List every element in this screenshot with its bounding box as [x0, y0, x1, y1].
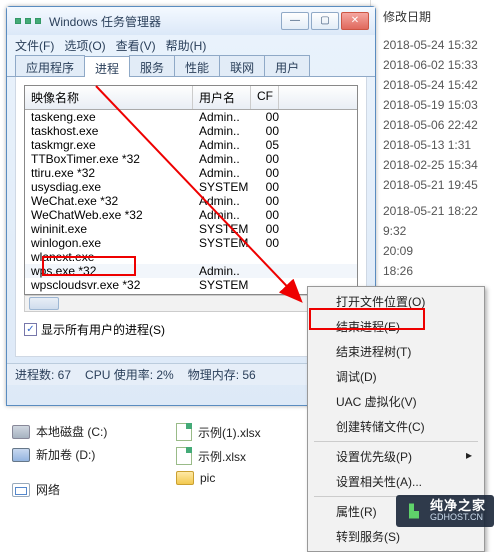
status-memory: 物理内存: 56 — [188, 366, 256, 383]
network-icon — [12, 483, 30, 497]
table-row[interactable]: WeChat.exe *32Admin..00 — [25, 194, 357, 208]
menu-file[interactable]: 文件(F) — [15, 37, 54, 54]
disk-icon — [12, 425, 30, 439]
disk-icon — [12, 448, 30, 462]
file-item[interactable]: 示例.xlsx — [172, 444, 265, 468]
grid-rows: taskeng.exeAdmin..00taskhost.exeAdmin..0… — [25, 110, 357, 292]
file-date[interactable]: 20:09 — [379, 241, 492, 261]
file-date[interactable]: 2018-05-21 19:45 — [379, 175, 492, 195]
tab-services[interactable]: 服务 — [129, 55, 175, 76]
submenu-arrow-icon: ▸ — [466, 448, 472, 462]
network-node[interactable]: 网络 — [8, 478, 148, 501]
titlebar[interactable]: Windows 任务管理器 — ▢ ✕ — [7, 7, 375, 35]
menu-view[interactable]: 查看(V) — [116, 37, 156, 54]
status-cpu: CPU 使用率: 2% — [85, 366, 174, 383]
file-date[interactable]: 2018-05-21 18:22 — [379, 201, 492, 221]
table-row[interactable]: WeChatWeb.exe *32Admin..00 — [25, 208, 357, 222]
scroll-thumb[interactable] — [29, 297, 59, 310]
file-date[interactable]: 2018-05-24 15:42 — [379, 75, 492, 95]
file-date[interactable]: 2018-05-13 1:31 — [379, 135, 492, 155]
grid-header: 映像名称 用户名 CF — [25, 86, 357, 110]
drive-c[interactable]: 本地磁盘 (C:) — [8, 420, 148, 443]
table-row[interactable]: usysdiag.exeSYSTEM00 — [25, 180, 357, 194]
col-image-name[interactable]: 映像名称 — [25, 86, 193, 109]
show-all-users-label[interactable]: 显示所有用户的进程(S) — [41, 321, 165, 338]
drive-d[interactable]: 新加卷 (D:) — [8, 443, 148, 466]
ctx-end-process-tree[interactable]: 结束进程树(T) — [310, 339, 482, 364]
menu-options[interactable]: 选项(O) — [64, 37, 105, 54]
show-all-users-checkbox[interactable]: ✓ — [24, 323, 37, 336]
tab-networking[interactable]: 联网 — [219, 55, 265, 76]
ctx-debug[interactable]: 调试(D) — [310, 364, 482, 389]
file-date[interactable]: 2018-05-19 15:03 — [379, 95, 492, 115]
table-row[interactable]: taskhost.exeAdmin..00 — [25, 124, 357, 138]
col-cpu[interactable]: CF — [251, 86, 279, 109]
table-row[interactable]: wlanext.exe — [25, 250, 357, 264]
file-date[interactable]: 9:32 — [379, 221, 492, 241]
folder-icon — [176, 471, 194, 485]
folder-item[interactable]: pic — [172, 468, 265, 488]
file-date[interactable]: 2018-06-02 15:33 — [379, 55, 492, 75]
table-row[interactable]: taskmgr.exeAdmin..05 — [25, 138, 357, 152]
process-grid: 映像名称 用户名 CF taskeng.exeAdmin..00taskhost… — [24, 85, 358, 295]
table-row[interactable]: wininit.exeSYSTEM00 — [25, 222, 357, 236]
app-icon — [13, 18, 43, 24]
table-row[interactable]: ttiru.exe *32Admin..00 — [25, 166, 357, 180]
ctx-separator — [314, 441, 478, 442]
tab-applications[interactable]: 应用程序 — [15, 55, 85, 76]
ctx-open-file-location[interactable]: 打开文件位置(O) — [310, 289, 482, 314]
ctx-create-dump[interactable]: 创建转储文件(C) — [310, 414, 482, 439]
table-row[interactable]: wps.exe *32Admin.. — [25, 264, 357, 278]
watermark: 纯净之家 GDHOST.CN — [396, 495, 494, 527]
table-row[interactable]: winlogon.exeSYSTEM00 — [25, 236, 357, 250]
xlsx-icon — [176, 423, 192, 441]
maximize-button[interactable]: ▢ — [311, 12, 339, 30]
ctx-set-affinity[interactable]: 设置相关性(A)... — [310, 469, 482, 494]
file-date[interactable]: 2018-02-25 15:34 — [379, 155, 492, 175]
ctx-end-process[interactable]: 结束进程(E) — [310, 314, 482, 339]
file-date[interactable]: 2018-05-24 15:32 — [379, 35, 492, 55]
file-item[interactable]: 示例(1).xlsx — [172, 420, 265, 444]
column-header-modified[interactable]: 修改日期 — [379, 8, 492, 25]
table-row[interactable]: taskeng.exeAdmin..00 — [25, 110, 357, 124]
tab-users[interactable]: 用户 — [264, 55, 310, 76]
window-title: Windows 任务管理器 — [49, 13, 279, 30]
ctx-uac-virtualization[interactable]: UAC 虚拟化(V) — [310, 389, 482, 414]
tabs: 应用程序 进程 服务 性能 联网 用户 — [7, 55, 375, 77]
table-row[interactable]: TTBoxTimer.exe *32Admin..00 — [25, 152, 357, 166]
menubar: 文件(F) 选项(O) 查看(V) 帮助(H) — [7, 35, 375, 55]
col-user[interactable]: 用户名 — [193, 86, 251, 109]
file-date[interactable]: 18:26 — [379, 261, 492, 281]
menu-help[interactable]: 帮助(H) — [166, 37, 207, 54]
close-button[interactable]: ✕ — [341, 12, 369, 30]
tab-processes[interactable]: 进程 — [84, 56, 130, 77]
ctx-set-priority[interactable]: 设置优先级(P)▸ — [310, 444, 482, 469]
status-processes: 进程数: 67 — [15, 366, 71, 383]
watermark-logo-icon — [404, 501, 424, 521]
ctx-goto-service[interactable]: 转到服务(S) — [310, 524, 482, 549]
minimize-button[interactable]: — — [281, 12, 309, 30]
watermark-title: 纯净之家 — [430, 499, 486, 513]
xlsx-icon — [176, 447, 192, 465]
file-date[interactable]: 2018-05-06 22:42 — [379, 115, 492, 135]
watermark-url: GDHOST.CN — [430, 513, 486, 523]
tab-performance[interactable]: 性能 — [174, 55, 220, 76]
